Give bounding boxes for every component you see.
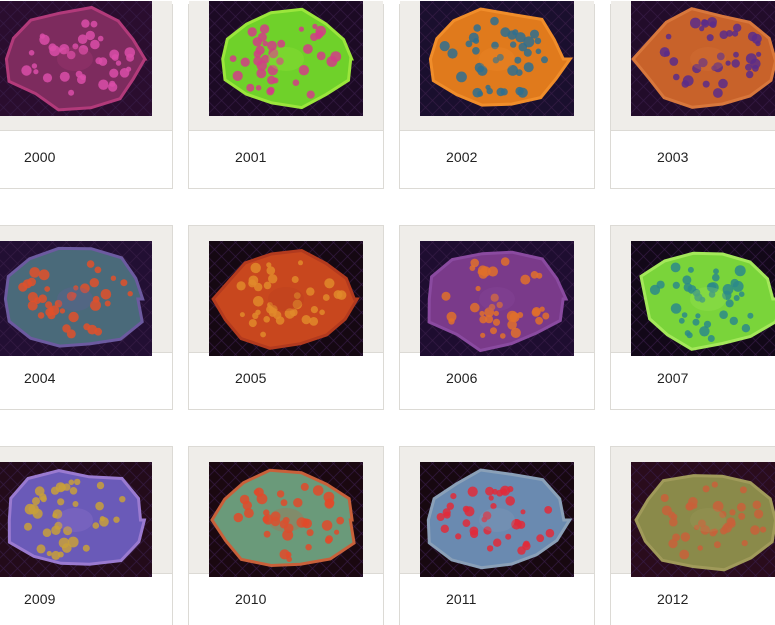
coral-gallery: 2000 2001 2002 2003 2004 2005 2006 2007	[0, 0, 775, 625]
coral-image	[631, 462, 775, 577]
coral-photo[interactable]	[0, 1, 152, 116]
card-label[interactable]: 2011	[446, 591, 477, 607]
coral-image	[420, 462, 574, 577]
gallery-card[interactable]: 2004	[0, 225, 173, 410]
coral-photo[interactable]	[420, 462, 574, 577]
card-label[interactable]: 2000	[24, 149, 56, 165]
coral-photo[interactable]	[420, 1, 574, 116]
coral-image	[209, 462, 363, 577]
coral-image	[209, 241, 363, 356]
gallery-card[interactable]: 2001	[188, 1, 384, 189]
gallery-card[interactable]: 2012	[610, 446, 775, 625]
gallery-card[interactable]: 2002	[399, 1, 595, 189]
gallery-card[interactable]: 2009	[0, 446, 173, 625]
gallery-card[interactable]: 2006	[399, 225, 595, 410]
coral-photo[interactable]	[209, 241, 363, 356]
card-label[interactable]: 2004	[24, 370, 56, 386]
card-label[interactable]: 2012	[657, 591, 689, 607]
card-label[interactable]: 2009	[24, 591, 56, 607]
gallery-card[interactable]: 2005	[188, 225, 384, 410]
gallery-card[interactable]: 2010	[188, 446, 384, 625]
card-label[interactable]: 2001	[235, 149, 267, 165]
coral-image	[209, 1, 363, 116]
gallery-card[interactable]: 2007	[610, 225, 775, 410]
card-label[interactable]: 2003	[657, 149, 689, 165]
coral-image	[0, 241, 152, 356]
coral-image	[631, 1, 775, 116]
coral-photo[interactable]	[631, 241, 775, 356]
gallery-card[interactable]: 2011	[399, 446, 595, 625]
gallery-card[interactable]: 2003	[610, 1, 775, 189]
coral-photo[interactable]	[0, 241, 152, 356]
coral-photo[interactable]	[209, 1, 363, 116]
coral-photo[interactable]	[0, 462, 152, 577]
card-label[interactable]: 2002	[446, 149, 478, 165]
gallery-card[interactable]: 2000	[0, 1, 173, 189]
coral-photo[interactable]	[631, 462, 775, 577]
card-label[interactable]: 2010	[235, 591, 267, 607]
card-label[interactable]: 2007	[657, 370, 689, 386]
coral-image	[420, 241, 574, 356]
coral-image	[0, 1, 152, 116]
card-label[interactable]: 2006	[446, 370, 478, 386]
coral-image	[420, 1, 574, 116]
coral-photo[interactable]	[209, 462, 363, 577]
coral-image	[0, 462, 152, 577]
coral-image	[631, 241, 775, 356]
card-label[interactable]: 2005	[235, 370, 267, 386]
coral-photo[interactable]	[420, 241, 574, 356]
coral-photo[interactable]	[631, 1, 775, 116]
